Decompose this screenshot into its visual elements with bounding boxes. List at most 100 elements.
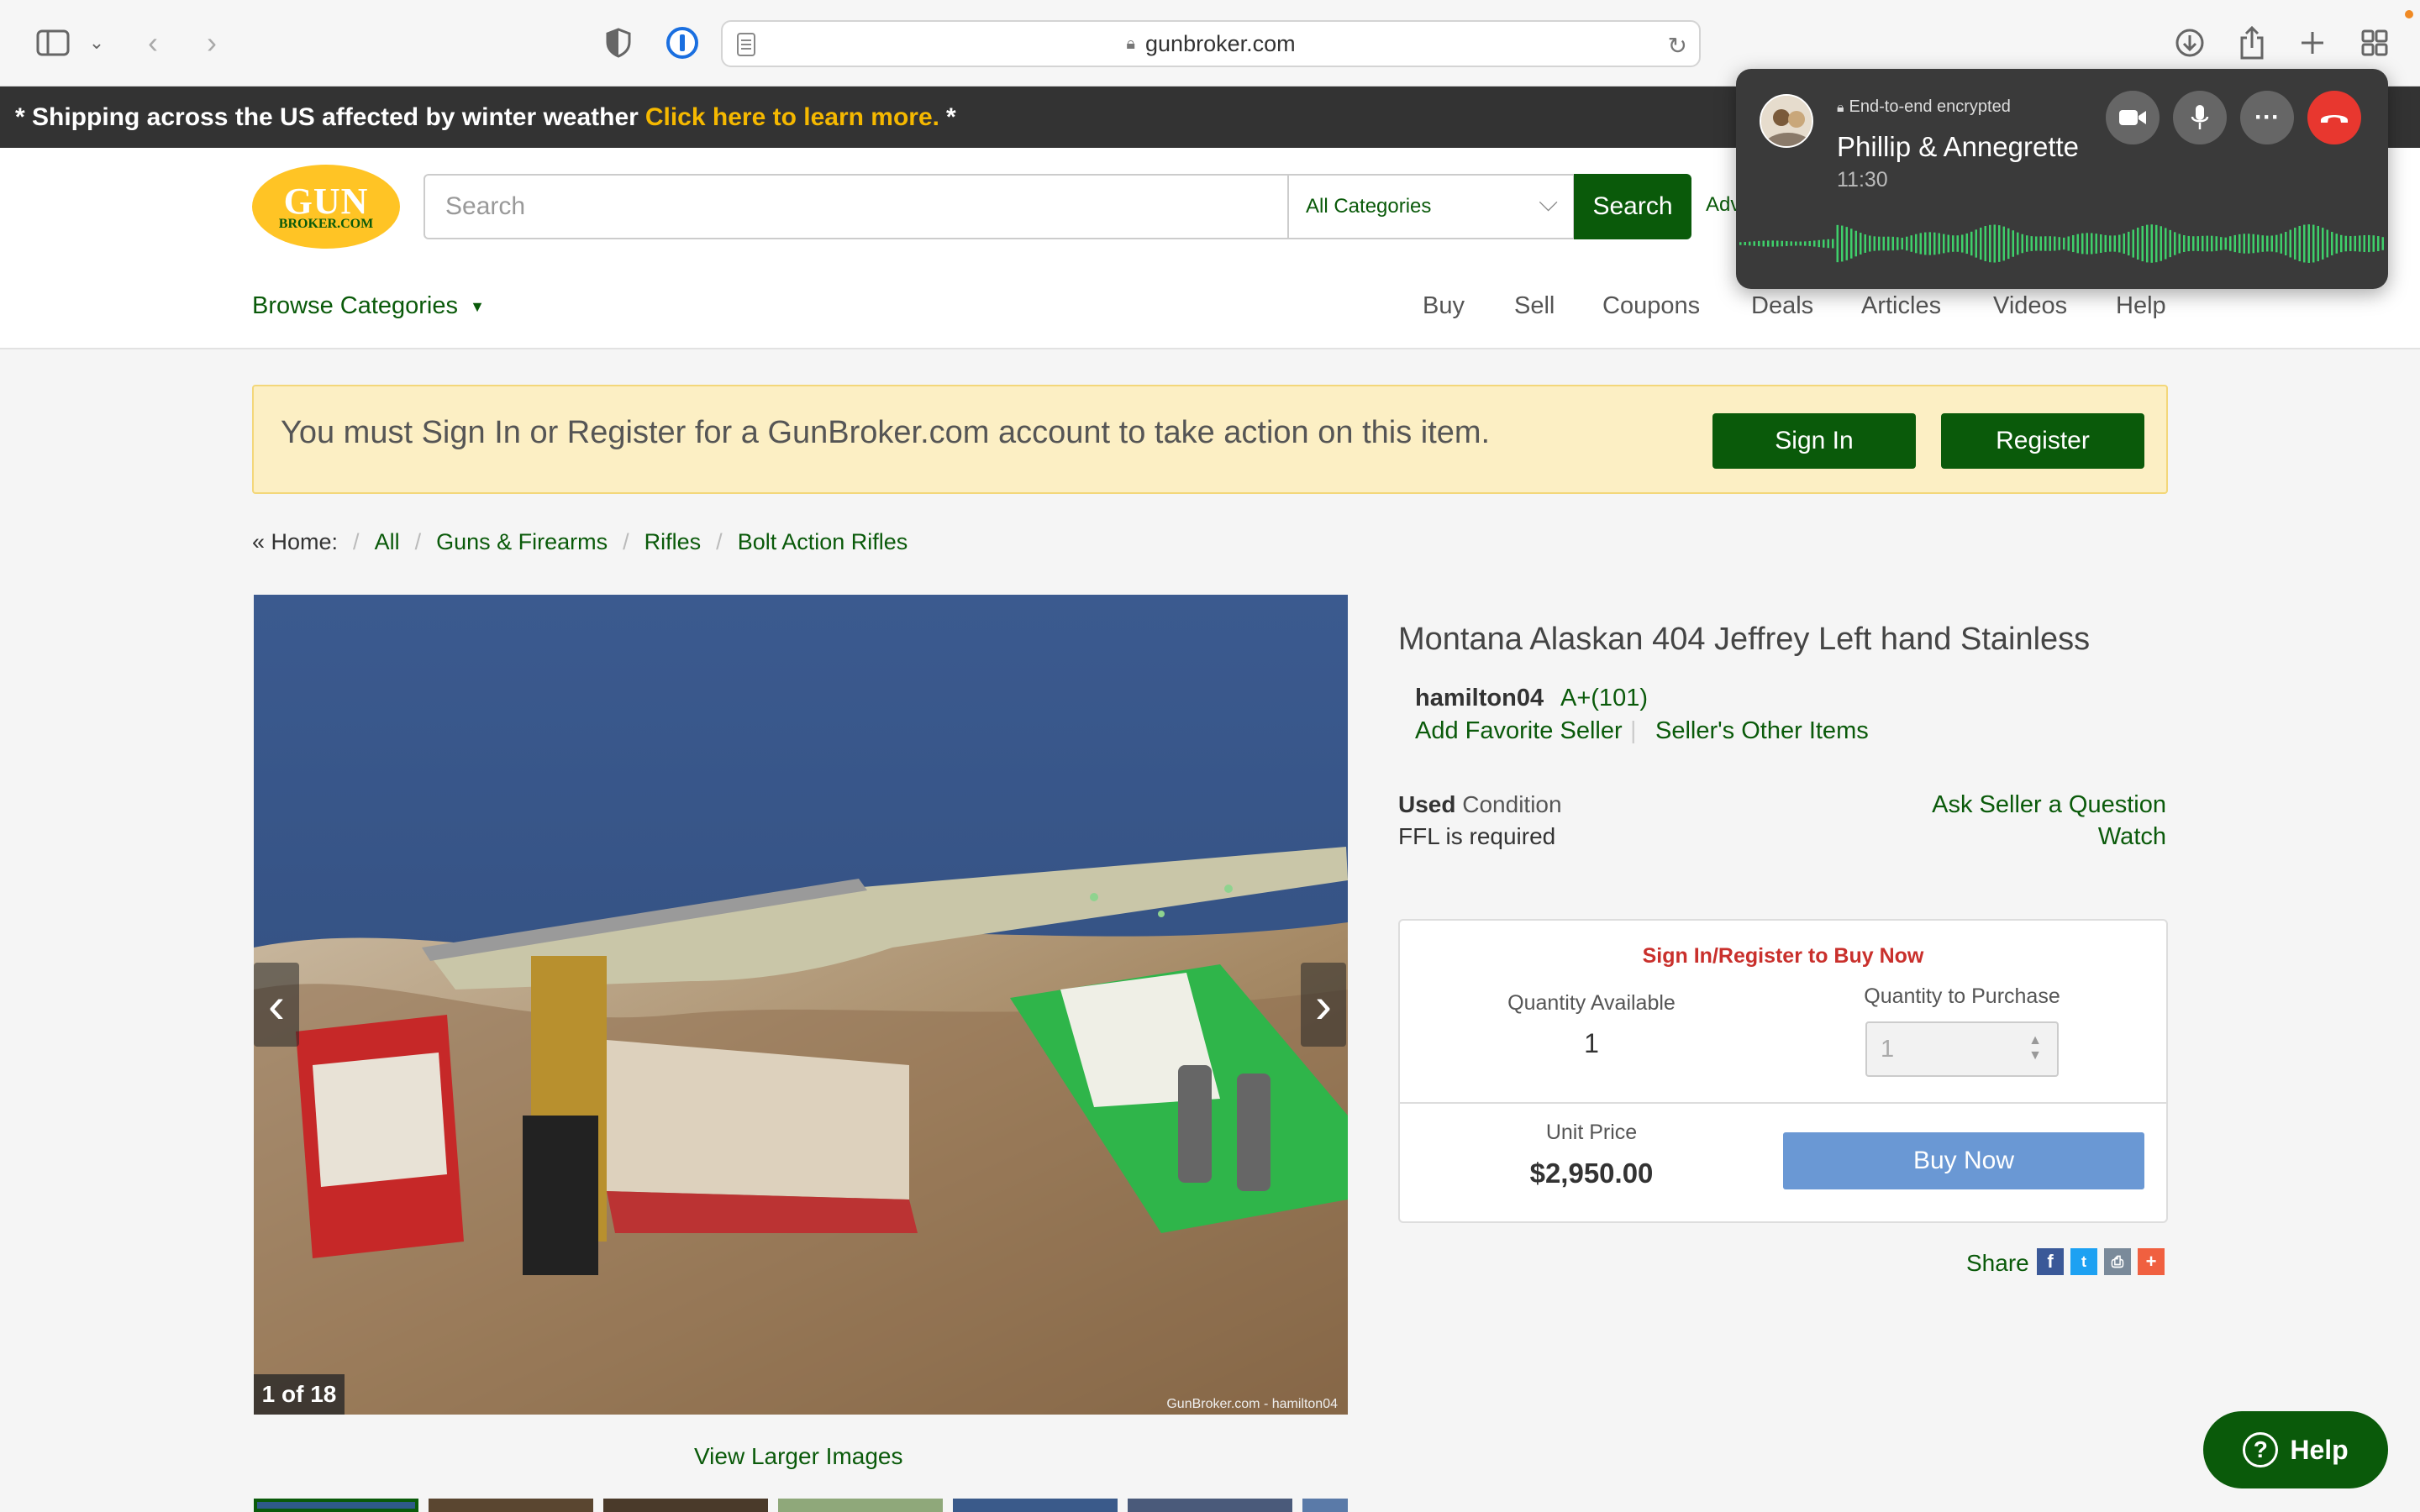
breadcrumb-all[interactable]: All	[375, 529, 400, 555]
quantity-available-value: 1	[1584, 1028, 1599, 1058]
more-options-icon[interactable]: ···	[2240, 91, 2294, 144]
waveform-bar	[1804, 241, 1807, 246]
privacy-shield-icon[interactable]	[602, 24, 635, 62]
waveform-bar	[1993, 224, 1996, 263]
nav-help[interactable]: Help	[2116, 292, 2166, 320]
waveform-bar	[2257, 234, 2260, 253]
waveform-bar	[1818, 239, 1820, 248]
category-select[interactable]: All Categories ⌵	[1287, 174, 1575, 239]
thumbnail[interactable]	[953, 1499, 1118, 1512]
waveform-bar	[2363, 235, 2365, 252]
facebook-icon[interactable]: f	[2037, 1248, 2064, 1275]
breadcrumb-bolt-action-rifles[interactable]: Bolt Action Rifles	[738, 529, 908, 555]
waveform-bar	[2039, 236, 2042, 251]
waveform-bar	[1975, 229, 1977, 258]
sellers-other-items-link[interactable]: Seller's Other Items	[1655, 717, 1869, 745]
search-button[interactable]: Search	[1574, 174, 1691, 239]
waveform-bar	[2381, 237, 2384, 250]
nav-sell[interactable]: Sell	[1514, 292, 1555, 320]
new-tab-icon[interactable]	[2294, 24, 2331, 62]
lock-icon: 🔒︎	[1126, 34, 1136, 53]
thumbnail[interactable]	[1302, 1499, 1348, 1512]
nav-articles[interactable]: Articles	[1861, 292, 1941, 320]
waveform-bar	[2169, 229, 2171, 258]
product-image[interactable]: GunBroker.com - hamilton04	[254, 595, 1348, 1415]
next-image-arrow[interactable]: ›	[1301, 963, 1346, 1047]
nav-coupons[interactable]: Coupons	[1602, 292, 1700, 320]
breadcrumb: « Home: / All / Guns & Firearms / Rifles…	[252, 529, 908, 555]
twitter-icon[interactable]: t	[2070, 1248, 2097, 1275]
waveform-bar	[1910, 235, 1912, 252]
waveform-bar	[1739, 242, 1742, 245]
waveform-bar	[2377, 236, 2380, 251]
help-button[interactable]: ? Help	[2203, 1411, 2388, 1488]
waveform-bar	[1984, 226, 1986, 261]
waveform-bar	[1933, 232, 1936, 255]
thumbnail[interactable]	[1128, 1499, 1292, 1512]
nav-deals[interactable]: Deals	[1751, 292, 1813, 320]
buy-now-button[interactable]: Buy Now	[1783, 1132, 2144, 1189]
waveform-bar	[1776, 240, 1779, 247]
microphone-icon[interactable]	[2173, 91, 2227, 144]
view-larger-images-link[interactable]: View Larger Images	[694, 1443, 903, 1470]
breadcrumb-home: « Home:	[252, 529, 339, 554]
address-bar[interactable]: 🔒︎ gunbroker.com ↻	[721, 20, 1701, 67]
seller-rating[interactable]: A+(101)	[1560, 685, 1648, 712]
image-watermark: GunBroker.com - hamilton04	[1166, 1397, 1338, 1411]
waveform-bar	[2307, 224, 2310, 263]
search-input[interactable]: Search	[424, 174, 1289, 239]
stepper-arrows-icon: ▲ ▼	[2028, 1033, 2042, 1063]
register-button[interactable]: Register	[1941, 413, 2144, 469]
waveform-bar	[1762, 240, 1765, 247]
waveform-bar	[2215, 236, 2217, 251]
condition-label: Condition	[1462, 791, 1562, 817]
waveform-bar	[2220, 237, 2223, 250]
print-icon[interactable]: ⎙	[2104, 1248, 2131, 1275]
breadcrumb-rifles[interactable]: Rifles	[644, 529, 702, 555]
signin-button[interactable]: Sign In	[1712, 413, 1916, 469]
waveform-bar	[2233, 234, 2236, 253]
forward-icon[interactable]: ›	[195, 24, 229, 62]
share-icon[interactable]	[2233, 24, 2270, 62]
end-call-icon[interactable]	[2307, 91, 2361, 144]
waveform-bar	[2229, 236, 2232, 251]
add-favorite-seller-link[interactable]: Add Favorite Seller	[1415, 717, 1623, 745]
back-icon[interactable]: ‹	[136, 24, 170, 62]
reload-icon[interactable]: ↻	[1668, 32, 1687, 60]
waveform-bar	[2035, 236, 2038, 251]
ask-seller-question-link[interactable]: Ask Seller a Question	[1932, 791, 2166, 819]
chevron-down-icon[interactable]: ⌄	[84, 24, 109, 62]
tab-overview-icon[interactable]	[2356, 24, 2393, 62]
browse-categories-menu[interactable]: Browse Categories ▼	[252, 292, 485, 320]
banner-suffix: *	[945, 102, 956, 131]
nav-buy[interactable]: Buy	[1423, 292, 1465, 320]
thumbnail[interactable]	[254, 1499, 418, 1512]
banner-link[interactable]: Click here to learn more.	[645, 103, 939, 132]
notice-text: You must Sign In or Register for a GunBr…	[281, 415, 1491, 450]
buy-box-header[interactable]: Sign In/Register to Buy Now	[1400, 944, 2166, 969]
waveform-bar	[1808, 240, 1811, 247]
thumbnail[interactable]	[603, 1499, 768, 1512]
waveform-bar	[1947, 234, 1949, 253]
waveform-bar	[1952, 235, 1954, 252]
waveform-bar	[2067, 236, 2070, 251]
thumbnail[interactable]	[429, 1499, 593, 1512]
link-separator: |	[1630, 717, 1637, 744]
thumbnail[interactable]	[778, 1499, 943, 1512]
nav-videos[interactable]: Videos	[1993, 292, 2067, 320]
seller-name[interactable]: hamilton04	[1415, 685, 1544, 712]
facetime-call-panel[interactable]: 🔒︎ End-to-end encrypted Phillip & Annegre…	[1736, 69, 2388, 289]
gunbroker-logo[interactable]: GUN BROKER.COM	[252, 165, 400, 249]
add-share-icon[interactable]: +	[2138, 1248, 2165, 1275]
downloads-icon[interactable]	[2171, 24, 2208, 62]
waveform-bar	[2340, 234, 2343, 253]
sidebar-icon[interactable]	[34, 24, 72, 62]
watch-link[interactable]: Watch	[2098, 823, 2166, 851]
waveform-bar	[2155, 224, 2158, 263]
prev-image-arrow[interactable]: ‹	[254, 963, 299, 1047]
breadcrumb-guns-firearms[interactable]: Guns & Firearms	[436, 529, 608, 555]
password-manager-icon[interactable]	[664, 24, 701, 62]
video-camera-icon[interactable]	[2106, 91, 2160, 144]
banner-text: * Shipping across the US affected by win…	[15, 102, 639, 131]
waveform-bar	[2150, 224, 2153, 263]
